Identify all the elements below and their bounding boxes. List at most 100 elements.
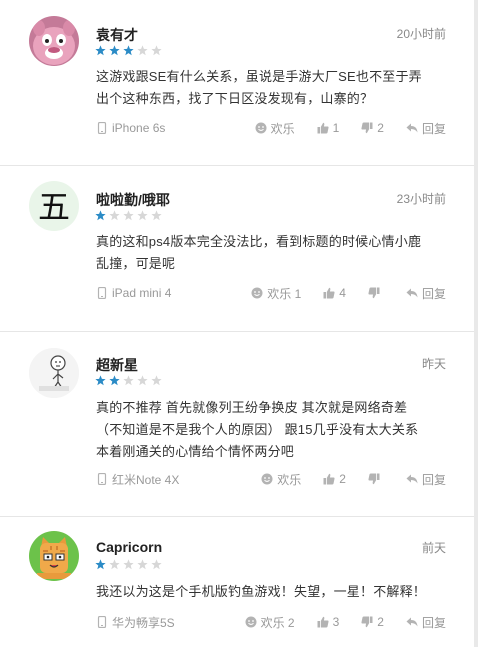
reply-button[interactable]: 回复 xyxy=(406,285,446,302)
review-item: 超新星 昨天 真的不推荐 首先就像列王纷争换皮 其次就是网络奇差 （不知道是不是… xyxy=(0,332,474,516)
star-filled-icon xyxy=(95,45,106,56)
thumbs-up-icon xyxy=(317,616,329,628)
like-count: 4 xyxy=(339,286,346,300)
pink-pig-avatar[interactable] xyxy=(29,16,79,66)
review-meta: 华为畅享5S 欢乐 2 3 2 回复 xyxy=(96,614,446,630)
star-empty-icon xyxy=(109,559,120,570)
star-empty-icon xyxy=(109,210,120,221)
review-text-line: 乱撞，可是呢 xyxy=(96,256,176,271)
review-text: 真的不推荐 首先就像列王纷争换皮 其次就是网络奇差 （不知道是不是我个人的原因）… xyxy=(96,397,456,463)
scrollbar[interactable] xyxy=(474,0,478,647)
happy-button[interactable]: 欢乐 xyxy=(255,120,295,137)
review-text-line: （不知道是不是我个人的原因） 跟15几乎没有太大关系 xyxy=(96,422,419,437)
star-filled-icon xyxy=(95,375,106,386)
dislike-button[interactable]: 2 xyxy=(361,615,384,629)
reply-icon xyxy=(406,288,418,298)
device-info: iPhone 6s xyxy=(96,121,165,135)
character-wu-avatar[interactable]: 五 xyxy=(29,181,79,231)
device-info: 红米Note 4X xyxy=(96,471,179,488)
sketch-figure-avatar[interactable] xyxy=(29,348,79,398)
reply-icon xyxy=(406,123,418,133)
reply-label: 回复 xyxy=(421,472,446,487)
device-info: iPad mini 4 xyxy=(96,286,171,300)
review-text: 真的这和ps4版本完全没法比，看到标题的时候心情小鹿 乱撞，可是呢 xyxy=(96,231,456,275)
star-empty-icon xyxy=(123,559,134,570)
like-count: 3 xyxy=(332,615,340,629)
review-timestamp: 昨天 xyxy=(421,357,446,371)
reply-button[interactable]: 回复 xyxy=(406,471,446,488)
review-text-line: 我还以为这是个手机版钓鱼游戏！失望，一星！不解释！ xyxy=(96,584,427,599)
like-button[interactable]: 3 xyxy=(317,615,340,629)
review-actions: 欢乐 2 3 2 回复 xyxy=(245,614,446,631)
rating-stars xyxy=(95,210,162,221)
rating-stars xyxy=(95,375,162,386)
cartoon-cat-avatar[interactable] xyxy=(29,531,79,581)
review-actions: 欢乐 1 2 回复 xyxy=(255,120,446,137)
like-count: 2 xyxy=(339,472,346,486)
review-text-line: 这游戏跟SE有什么关系，虽说是手游大厂SE也不至于弄 xyxy=(96,69,422,84)
reply-button[interactable]: 回复 xyxy=(406,614,446,631)
device-name: iPad mini 4 xyxy=(112,286,172,300)
rating-stars xyxy=(95,45,162,56)
star-empty-icon xyxy=(137,375,148,386)
review-text-line: 本着刚通关的心情给个情怀两分吧 xyxy=(96,444,295,459)
star-empty-icon xyxy=(123,210,134,221)
like-button[interactable]: 4 xyxy=(323,286,346,300)
happy-label: 欢乐 2 xyxy=(260,615,295,630)
thumbs-down-icon xyxy=(368,473,380,485)
dislike-button[interactable] xyxy=(368,473,384,485)
thumbs-down-icon xyxy=(368,287,380,299)
dislike-count: 2 xyxy=(377,615,384,629)
phone-icon xyxy=(97,616,107,628)
star-filled-icon xyxy=(109,375,120,386)
star-empty-icon xyxy=(151,375,162,386)
like-button[interactable]: 1 xyxy=(317,121,340,135)
smile-icon xyxy=(251,287,263,299)
star-empty-icon xyxy=(137,559,148,570)
review-text: 这游戏跟SE有什么关系，虽说是手游大厂SE也不至于弄 出个这种东西，找了下日区没… xyxy=(96,66,456,110)
star-filled-icon xyxy=(123,45,134,56)
review-feed: 袁有才 20小时前 这游戏跟SE有什么关系，虽说是手游大厂SE也不至于弄 出个这… xyxy=(0,0,474,647)
star-filled-icon xyxy=(95,559,106,570)
phone-icon xyxy=(97,287,107,299)
device-name: iPhone 6s xyxy=(112,121,166,135)
review-timestamp: 20小时前 xyxy=(396,27,446,41)
dislike-button[interactable]: 2 xyxy=(361,121,384,135)
like-button[interactable]: 2 xyxy=(323,472,346,486)
happy-button[interactable]: 欢乐 xyxy=(261,471,301,488)
review-actions: 欢乐 2 回复 xyxy=(261,471,446,488)
review-meta: iPad mini 4 欢乐 1 4 回复 xyxy=(96,285,446,301)
star-empty-icon xyxy=(137,45,148,56)
like-count: 1 xyxy=(332,121,340,135)
smile-icon xyxy=(245,616,257,628)
device-info: 华为畅享5S xyxy=(96,614,175,631)
happy-button[interactable]: 欢乐 1 xyxy=(251,285,301,302)
thumbs-up-icon xyxy=(317,122,329,134)
happy-label: 欢乐 1 xyxy=(267,286,302,301)
device-name: 华为畅享5S xyxy=(112,615,175,630)
happy-button[interactable]: 欢乐 2 xyxy=(245,614,295,631)
smile-icon xyxy=(261,473,273,485)
review-username[interactable]: 袁有才 xyxy=(96,25,138,45)
review-username[interactable]: Capricorn xyxy=(96,539,162,555)
happy-label: 欢乐 xyxy=(277,472,302,487)
dislike-button[interactable] xyxy=(368,287,384,299)
star-empty-icon xyxy=(151,210,162,221)
thumbs-up-icon xyxy=(323,287,335,299)
dislike-count: 2 xyxy=(377,121,384,135)
review-timestamp: 前天 xyxy=(421,541,446,555)
star-empty-icon xyxy=(151,45,162,56)
smile-icon xyxy=(255,122,267,134)
device-name: 红米Note 4X xyxy=(112,472,180,487)
review-username[interactable]: 啦啦勤/哦耶 xyxy=(96,190,170,210)
phone-icon xyxy=(97,122,107,134)
happy-label: 欢乐 xyxy=(270,121,295,136)
avatar-character: 五 xyxy=(38,188,70,226)
star-filled-icon xyxy=(109,45,120,56)
review-username[interactable]: 超新星 xyxy=(96,355,138,375)
thumbs-up-icon xyxy=(323,473,335,485)
review-actions: 欢乐 1 4 回复 xyxy=(251,285,446,302)
review-text-line: 真的不推荐 首先就像列王纷争换皮 其次就是网络奇差 xyxy=(96,400,408,415)
reply-button[interactable]: 回复 xyxy=(406,120,446,137)
star-empty-icon xyxy=(137,210,148,221)
